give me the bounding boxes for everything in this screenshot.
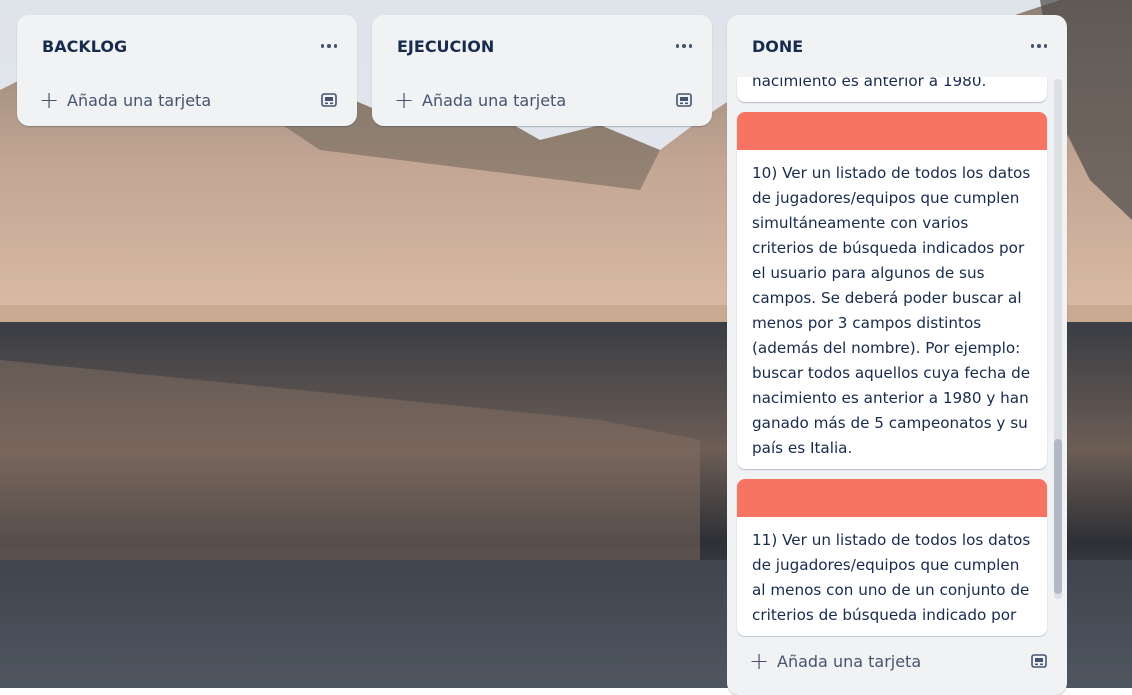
more-dots-icon[interactable]: [320, 38, 337, 54]
card-cover: [737, 112, 1047, 150]
plus-icon: +: [39, 86, 60, 114]
list-footer: + Añada una tarjeta: [727, 639, 1067, 695]
card-template-icon[interactable]: [676, 93, 692, 107]
list-backlog: BACKLOG + Añada una tarjeta: [17, 15, 357, 126]
list-done: DONE buscar todos aquellos cuya fecha de…: [727, 15, 1067, 695]
add-card-label: Añada una tarjeta: [777, 651, 922, 671]
card-cover: [737, 479, 1047, 517]
add-card-label: Añada una tarjeta: [67, 90, 212, 110]
card-title: 11) Ver un listado de todos los datos de…: [752, 531, 1031, 624]
plus-icon: +: [394, 86, 415, 114]
list-title[interactable]: DONE: [752, 37, 803, 56]
list-title[interactable]: BACKLOG: [42, 37, 127, 56]
add-card-label: Añada una tarjeta: [422, 90, 567, 110]
add-card-button[interactable]: + Añada una tarjeta: [727, 639, 1067, 683]
cards-container: buscar todos aquellos cuya fecha de naci…: [727, 77, 1067, 637]
card-title: 10) Ver un listado de todos los datos de…: [752, 164, 1031, 457]
list-header: EJECUCION: [372, 15, 712, 77]
card[interactable]: 10) Ver un listado de todos los datos de…: [737, 112, 1047, 469]
card-template-icon[interactable]: [1031, 654, 1047, 668]
list-ejecucion: EJECUCION + Añada una tarjeta: [372, 15, 712, 126]
card-template-icon[interactable]: [321, 93, 337, 107]
scrollbar[interactable]: [1054, 79, 1062, 599]
list-header: BACKLOG: [17, 15, 357, 77]
list-header: DONE: [727, 15, 1067, 77]
more-dots-icon[interactable]: [1030, 38, 1047, 54]
plus-icon: +: [749, 647, 770, 675]
add-card-button[interactable]: + Añada una tarjeta: [17, 77, 357, 123]
card-title: buscar todos aquellos cuya fecha de naci…: [752, 77, 987, 90]
card[interactable]: 11) Ver un listado de todos los datos de…: [737, 479, 1047, 636]
add-card-button[interactable]: + Añada una tarjeta: [372, 77, 712, 123]
list-title[interactable]: EJECUCION: [397, 37, 494, 56]
more-dots-icon[interactable]: [675, 38, 692, 54]
card[interactable]: buscar todos aquellos cuya fecha de naci…: [737, 77, 1047, 102]
scrollbar-thumb[interactable]: [1054, 439, 1062, 594]
